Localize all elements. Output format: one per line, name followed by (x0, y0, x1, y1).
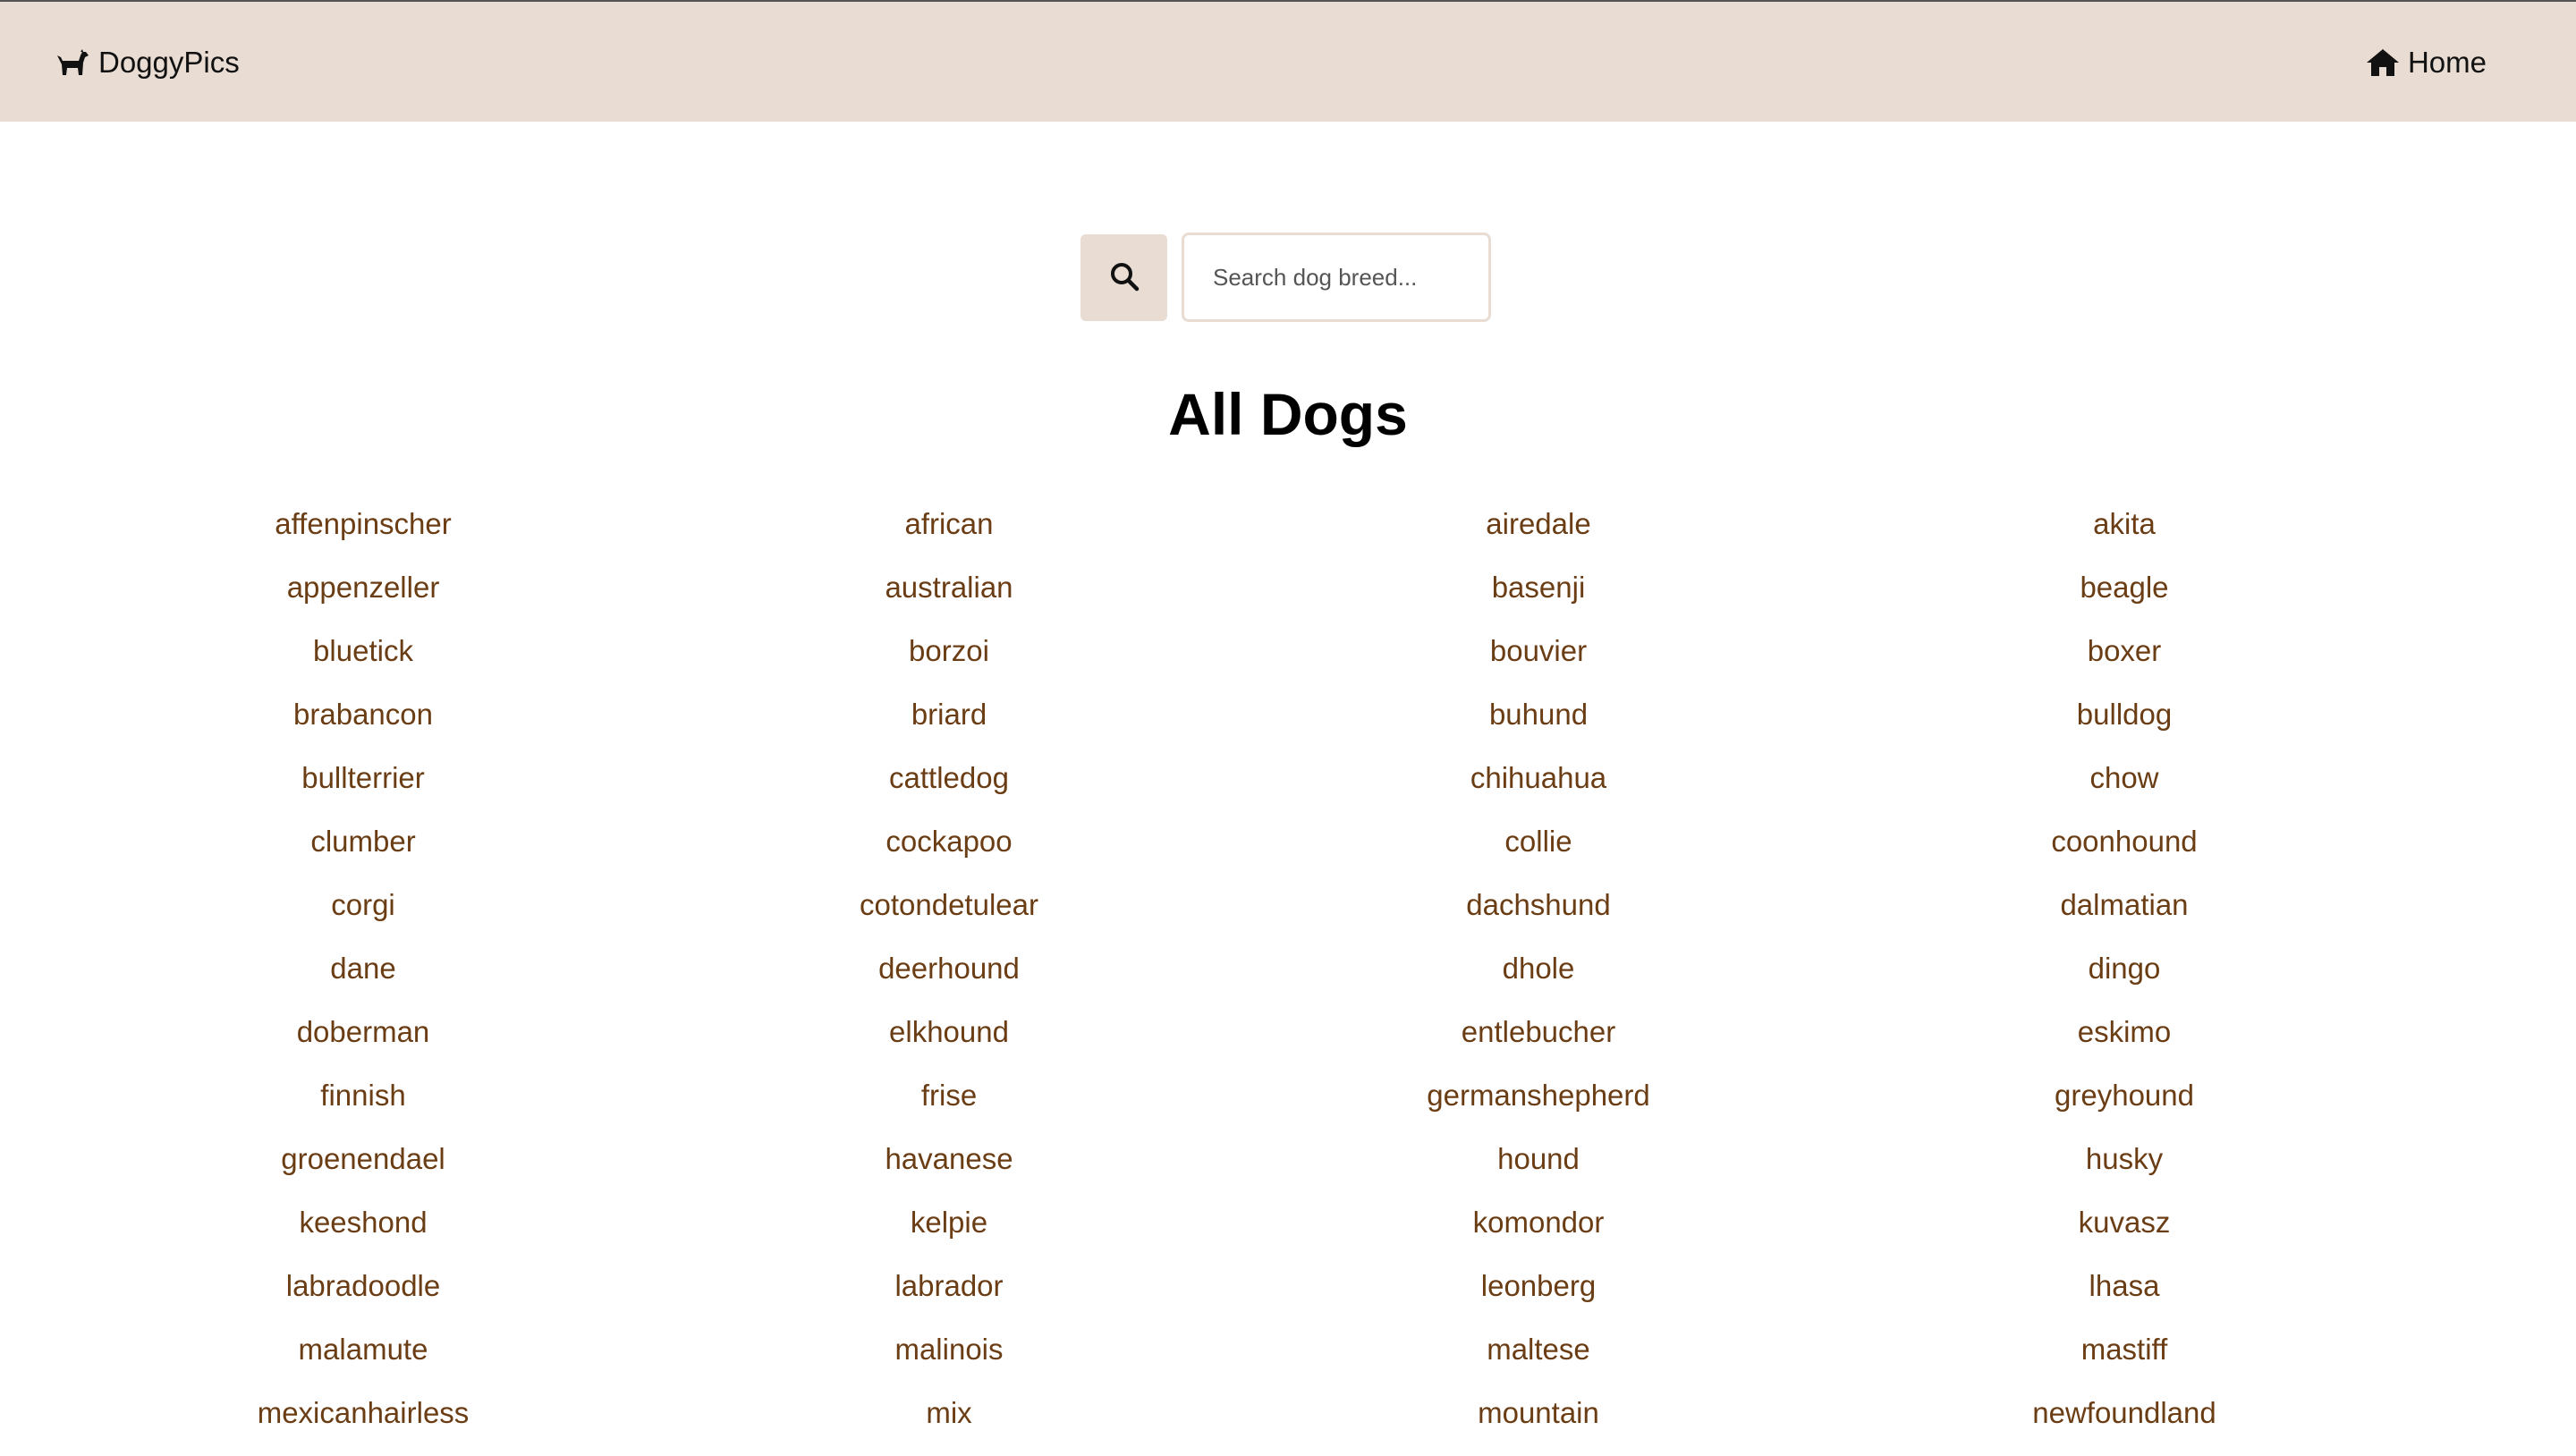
home-label: Home (2407, 46, 2487, 79)
breed-link[interactable]: beagle (1834, 555, 2415, 619)
breed-link[interactable]: entlebucher (1248, 1000, 1829, 1063)
breed-link[interactable]: australian (658, 555, 1240, 619)
breed-link[interactable]: kuvasz (1834, 1190, 2415, 1254)
breed-link[interactable]: akita (1834, 492, 2415, 555)
breed-link[interactable]: eskimo (1834, 1000, 2415, 1063)
breed-link[interactable]: finnish (72, 1063, 654, 1127)
breed-link[interactable]: dalmatian (1834, 873, 2415, 936)
breed-link[interactable]: malinois (658, 1317, 1240, 1381)
breed-link[interactable]: elkhound (658, 1000, 1240, 1063)
breed-link[interactable]: deerhound (658, 936, 1240, 1000)
breed-link[interactable]: lhasa (1834, 1254, 2415, 1317)
breed-link[interactable]: bluetick (72, 619, 654, 682)
breed-link[interactable]: labradoodle (72, 1254, 654, 1317)
search-icon (1109, 261, 1140, 294)
page-title: All Dogs (1168, 381, 1408, 447)
breed-link[interactable]: boxer (1834, 619, 2415, 682)
breed-list: affenpinscher african airedale akita appenze… (125, 492, 2451, 1444)
breed-link[interactable]: corgi (72, 873, 654, 936)
breed-link[interactable]: labrador (658, 1254, 1240, 1317)
breed-link[interactable]: kelpie (658, 1190, 1240, 1254)
breed-link[interactable]: african (658, 492, 1240, 555)
navbar: DoggyPics Home (0, 2, 2576, 122)
breed-link[interactable]: leonberg (1248, 1254, 1829, 1317)
breed-link[interactable]: buhund (1248, 682, 1829, 746)
breed-link[interactable]: briard (658, 682, 1240, 746)
breed-link[interactable]: bullterrier (72, 746, 654, 809)
breed-link[interactable]: malamute (72, 1317, 654, 1381)
dog-icon (55, 48, 89, 77)
breed-link[interactable]: dane (72, 936, 654, 1000)
breed-link[interactable]: doberman (72, 1000, 654, 1063)
breed-link[interactable]: mountain (1248, 1381, 1829, 1444)
breed-link[interactable]: coonhound (1834, 809, 2415, 873)
breed-link[interactable]: komondor (1248, 1190, 1829, 1254)
search-input[interactable] (1182, 233, 1491, 322)
brand-label: DoggyPics (98, 46, 240, 79)
search-button[interactable] (1080, 233, 1167, 321)
breed-link[interactable]: husky (1834, 1127, 2415, 1190)
brand-link[interactable]: DoggyPics (55, 41, 240, 84)
breed-link[interactable]: keeshond (72, 1190, 654, 1254)
breed-link[interactable]: appenzeller (72, 555, 654, 619)
breed-link[interactable]: collie (1248, 809, 1829, 873)
breed-link[interactable]: cattledog (658, 746, 1240, 809)
breed-link[interactable]: dingo (1834, 936, 2415, 1000)
breed-link[interactable]: greyhound (1834, 1063, 2415, 1127)
breed-link[interactable]: newfoundland (1834, 1381, 2415, 1444)
breed-link[interactable]: brabancon (72, 682, 654, 746)
breed-link[interactable]: dhole (1248, 936, 1829, 1000)
breed-link[interactable]: chow (1834, 746, 2415, 809)
breed-link[interactable]: mexicanhairless (72, 1381, 654, 1444)
breed-link[interactable]: airedale (1248, 492, 1829, 555)
breed-link[interactable]: bulldog (1834, 682, 2415, 746)
breed-link[interactable]: affenpinscher (72, 492, 654, 555)
breed-link[interactable]: dachshund (1248, 873, 1829, 936)
breed-link[interactable]: mastiff (1834, 1317, 2415, 1381)
breed-link[interactable]: havanese (658, 1127, 1240, 1190)
breed-link[interactable]: maltese (1248, 1317, 1829, 1381)
breed-link[interactable]: hound (1248, 1127, 1829, 1190)
home-link[interactable]: Home (2365, 41, 2487, 84)
breed-link[interactable]: clumber (72, 809, 654, 873)
home-icon (2365, 47, 2401, 78)
breed-link[interactable]: frise (658, 1063, 1240, 1127)
breed-link[interactable]: bouvier (1248, 619, 1829, 682)
breed-link[interactable]: borzoi (658, 619, 1240, 682)
breed-link[interactable]: basenji (1248, 555, 1829, 619)
breed-link[interactable]: cotondetulear (658, 873, 1240, 936)
breed-link[interactable]: chihuahua (1248, 746, 1829, 809)
breed-link[interactable]: mix (658, 1381, 1240, 1444)
breed-link[interactable]: groenendael (72, 1127, 654, 1190)
breed-link[interactable]: germanshepherd (1248, 1063, 1829, 1127)
search-bar (1080, 233, 1491, 322)
breed-link[interactable]: cockapoo (658, 809, 1240, 873)
